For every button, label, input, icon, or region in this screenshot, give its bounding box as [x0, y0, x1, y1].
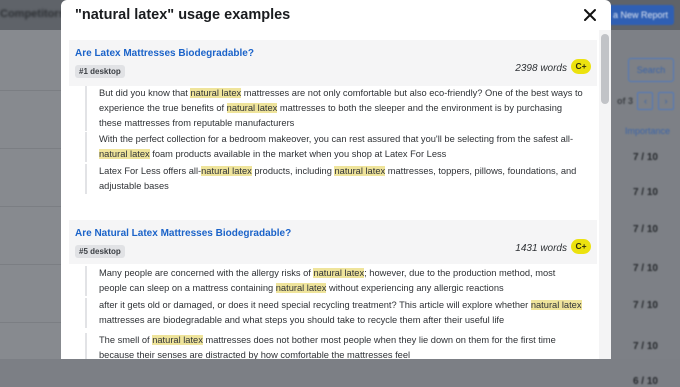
importance-score: 7 / 10	[632, 152, 658, 163]
close-button[interactable]	[579, 4, 601, 26]
example-text: after it gets old or damaged, or does it…	[99, 300, 531, 310]
modal-header: "natural latex" usage examples	[61, 0, 611, 30]
background-search-button: Search	[628, 58, 674, 82]
grade-badge: C+	[571, 239, 591, 254]
importance-score: 7 / 10	[632, 341, 658, 352]
usage-example: Latex For Less offers all-natural latex …	[85, 164, 585, 194]
example-text: mattresses are biodegradable and what st…	[99, 315, 505, 325]
importance-score: 7 / 10	[632, 224, 658, 235]
examples-list: Many people are concerned with the aller…	[69, 264, 597, 359]
example-text: Latex For Less offers all-	[99, 166, 202, 176]
usage-examples-modal: "natural latex" usage examples Are Latex…	[61, 0, 611, 359]
example-text: foam products available in the market wh…	[149, 149, 447, 159]
rank-badge: #5 desktop	[75, 245, 125, 258]
importance-score: 6 / 10	[632, 376, 658, 387]
example-text: without experiencing any allergic reacti…	[326, 283, 504, 293]
rank-badge: #1 desktop	[75, 65, 125, 78]
modal-body: Are Latex Mattresses Biodegradable? #1 d…	[61, 30, 597, 359]
result-header: Are Latex Mattresses Biodegradable? #1 d…	[69, 40, 597, 86]
usage-example: after it gets old or damaged, or does it…	[85, 298, 585, 328]
usage-example: The smell of natural latex mattresses do…	[85, 333, 585, 359]
background-pager: of 3 ‹ ›	[617, 92, 674, 110]
pager-text: of 3	[616, 96, 633, 106]
keyword-highlight: natural latex	[313, 268, 365, 278]
usage-example: Many people are concerned with the aller…	[85, 266, 585, 296]
example-text: products, including	[251, 166, 335, 176]
importance-header: Importance	[624, 126, 670, 136]
pager-next-icon: ›	[658, 92, 674, 110]
competitors-header: Competitors	[0, 8, 65, 20]
background-left-column	[0, 30, 62, 359]
keyword-highlight: natural latex	[275, 283, 327, 293]
usage-example: With the perfect collection for a bedroo…	[85, 132, 585, 162]
keyword-highlight: natural latex	[226, 103, 278, 113]
background-right-column: Search of 3 ‹ › Importance 7 / 10 7 / 10…	[610, 30, 680, 387]
keyword-highlight: natural latex	[99, 149, 150, 159]
keyword-highlight: natural latex	[201, 166, 252, 176]
example-text: But did you know that	[99, 88, 191, 98]
result-header: Are Natural Latex Mattresses Biodegradab…	[69, 220, 597, 264]
result-title-link[interactable]: Are Natural Latex Mattresses Biodegradab…	[75, 228, 291, 239]
pager-prev-icon: ‹	[637, 92, 654, 110]
scrollbar-thumb[interactable]	[601, 34, 609, 104]
keyword-highlight: natural latex	[530, 300, 582, 310]
close-icon	[584, 9, 596, 21]
modal-title: "natural latex" usage examples	[75, 7, 291, 23]
examples-list: But did you know that natural latex matt…	[69, 86, 597, 216]
grade-badge: C+	[571, 59, 591, 74]
example-text: With the perfect collection for a bedroo…	[99, 134, 574, 144]
importance-score: 7 / 10	[632, 187, 658, 198]
keyword-highlight: natural latex	[190, 88, 242, 98]
example-text: The smell of	[99, 335, 153, 345]
modal-scrollbar[interactable]	[599, 30, 611, 359]
importance-score: 7 / 10	[632, 300, 658, 311]
keyword-highlight: natural latex	[334, 166, 386, 176]
word-count: 2398 words	[515, 63, 567, 74]
keyword-highlight: natural latex	[152, 335, 203, 345]
usage-example: But did you know that natural latex matt…	[85, 86, 585, 131]
result-title-link[interactable]: Are Latex Mattresses Biodegradable?	[75, 48, 254, 59]
word-count: 1431 words	[515, 243, 567, 254]
example-text: Many people are concerned with the aller…	[99, 268, 314, 278]
importance-score: 7 / 10	[632, 263, 658, 274]
